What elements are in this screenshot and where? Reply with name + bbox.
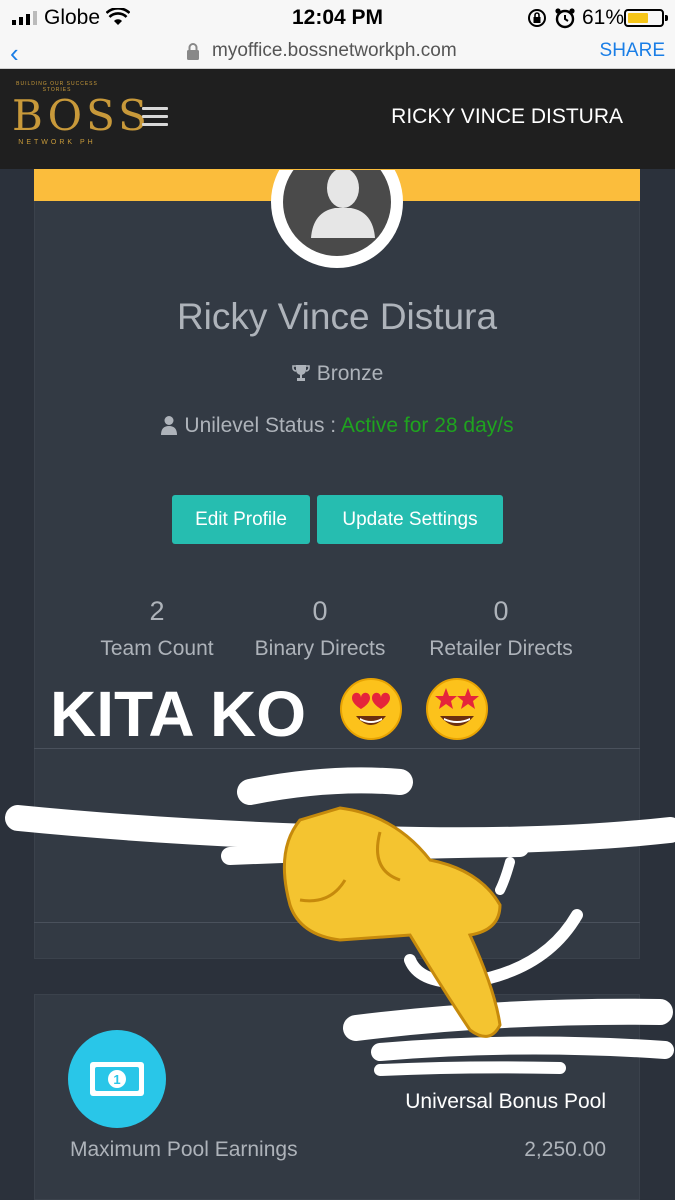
boss-logo[interactable]: BUILDING OUR SUCCESS STORIES BOSS NETWOR… [12, 81, 151, 157]
lock-icon [187, 43, 199, 60]
svg-text:1: 1 [113, 1072, 120, 1087]
avatar [271, 170, 403, 270]
profile-name: Ricky Vince Distura [176, 296, 498, 337]
logo-name: BOSS [12, 91, 151, 140]
stat-value: 0 [312, 596, 328, 626]
url-text[interactable]: myoffice.bossnetworkph.com [212, 40, 457, 62]
profile-rank: Bronze [34, 362, 640, 386]
logo-subtitle: NETWORK PH [18, 139, 96, 146]
chevron-left-icon[interactable]: ‹ [10, 38, 19, 69]
stat-label: Retailer Directs [429, 637, 573, 660]
hamburger-icon[interactable] [142, 107, 168, 129]
status-label: Unilevel Status : [184, 414, 337, 437]
divider [34, 922, 640, 923]
edit-profile-button[interactable]: Edit Profile [172, 495, 310, 544]
orientation-lock-icon [528, 9, 546, 27]
alarm-icon [555, 8, 575, 29]
star-struck-emoji [425, 678, 488, 740]
stat-value: 0 [493, 596, 509, 626]
bonus-pool-label: Maximum Pool Earnings [70, 1138, 298, 1161]
caption-text: KITA KO [50, 678, 306, 750]
user-silhouette-icon [311, 170, 375, 238]
stat-team-count: 2 Team Count [80, 596, 234, 661]
battery-icon [624, 9, 668, 27]
browser-bar: ‹ myoffice.bossnetworkph.com SHARE [0, 36, 675, 69]
overlay-caption: KITA KO [50, 676, 490, 751]
stat-value: 2 [149, 596, 165, 626]
status-bar: Globe 12:04 PM 61% [0, 0, 675, 36]
trophy-icon [291, 365, 310, 381]
heart-eyes-emoji [339, 678, 402, 740]
header-user-name[interactable]: RICKY VINCE DISTURA [391, 105, 623, 129]
profile-card [34, 169, 640, 959]
stat-binary-directs: 0 Binary Directs [240, 596, 400, 661]
update-settings-button[interactable]: Update Settings [317, 495, 503, 544]
stat-label: Binary Directs [254, 637, 386, 660]
user-icon [161, 416, 178, 435]
unilevel-status: Unilevel Status : Active for 28 day/s [34, 414, 640, 438]
stat-retailer-directs: 0 Retailer Directs [410, 596, 592, 661]
share-button[interactable]: SHARE [600, 40, 665, 62]
rank-label: Bronze [316, 362, 384, 385]
battery-percent: 61% [582, 6, 625, 29]
stat-label: Team Count [100, 637, 214, 660]
bonus-pool-title: Universal Bonus Pool [405, 1090, 606, 1113]
status-value: Active for 28 day/s [340, 414, 514, 437]
bonus-pool-value: 2,250.00 [524, 1138, 606, 1161]
money-icon: 1 [68, 1030, 166, 1128]
app-header: BUILDING OUR SUCCESS STORIES BOSS NETWOR… [0, 69, 675, 169]
